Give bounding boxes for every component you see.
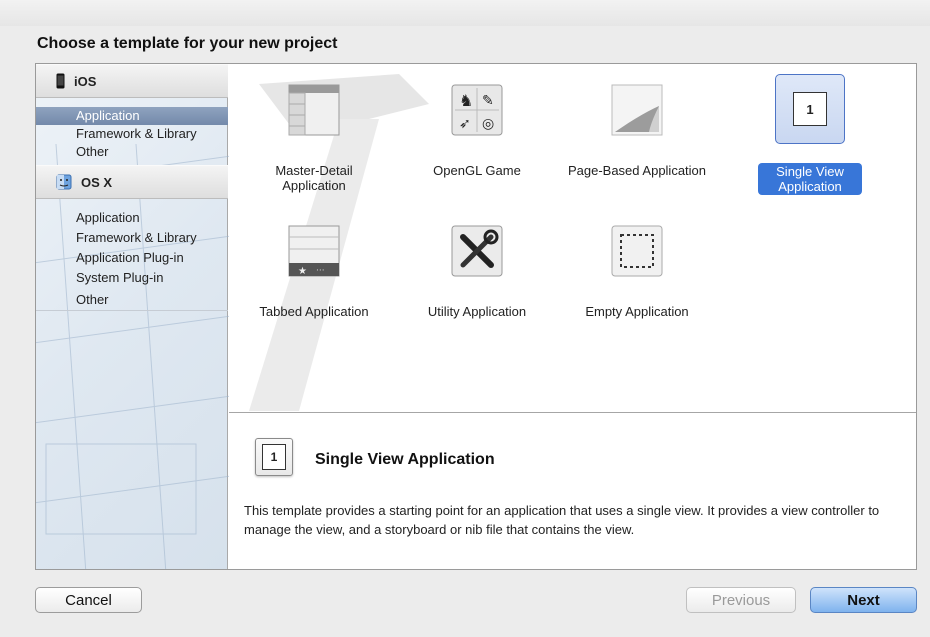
empty-dashed-icon [607,221,667,281]
previous-button[interactable]: Previous [686,587,796,613]
window-titlebar [0,0,930,26]
blueprint-background-icon [36,144,246,569]
sidebar-item-ios-framework-library[interactable]: Framework & Library [36,125,228,143]
template-label-wrap: Single View Application [740,163,880,195]
platform-sidebar: iOS Application Framework & Library Othe… [36,64,246,569]
svg-text:➶: ➶ [459,116,471,132]
sidebar-item-ios-application[interactable]: Application [36,107,228,125]
template-grid: Master-Detail Application ♞ ✎ ➶ ◎ OpenGL Ga… [229,64,916,411]
sidebar-item-osx-application[interactable]: Application [36,209,228,227]
iphone-icon [56,73,65,89]
svg-text:···: ··· [316,266,325,276]
sidebar-group-ios: iOS [36,64,228,98]
template-description: 1 Single View Application This template … [229,412,916,569]
svg-text:♞: ♞ [459,91,473,110]
template-label: Single View Application [758,163,862,195]
single-view-icon: 1 [255,438,293,476]
template-opengl-game[interactable]: ♞ ✎ ➶ ◎ OpenGL Game [407,68,547,193]
sidebar-divider [36,310,228,311]
tabbed-icon: ★ ··· [284,221,344,281]
template-label: Empty Application [585,304,689,319]
utility-tools-icon [447,221,507,281]
detail-description: This template provides a starting point … [244,503,880,537]
opengl-game-icon: ♞ ✎ ➶ ◎ [447,80,507,140]
template-label: Page-Based Application [567,163,707,178]
master-detail-icon [284,80,344,140]
page-curl-icon [607,80,667,140]
detail-title: Single View Application [315,451,495,468]
sidebar-item-osx-framework-library[interactable]: Framework & Library [36,229,228,247]
page-title: Choose a template for your new project [37,35,338,52]
template-tabbed[interactable]: ★ ··· Tabbed Application [244,209,384,334]
template-label: Master-Detail Application [275,163,353,193]
next-button[interactable]: Next [810,587,917,613]
sidebar-item-osx-system-plugin[interactable]: System Plug-in [36,269,228,287]
single-view-icon: 1 [775,74,845,144]
cancel-button[interactable]: Cancel [35,587,142,613]
template-empty[interactable]: Empty Application [567,209,707,334]
template-master-detail[interactable]: Master-Detail Application [244,68,384,193]
template-label: OpenGL Game [433,163,521,178]
template-utility[interactable]: Utility Application [407,209,547,334]
sidebar-group-label: iOS [74,73,97,89]
template-chooser-panel: iOS Application Framework & Library Othe… [35,63,917,570]
finder-icon [56,174,72,190]
detail-icon-number: 1 [262,444,286,470]
template-label: Utility Application [427,304,527,319]
sidebar-group-label: OS X [81,174,113,190]
sidebar-item-ios-other[interactable]: Other [36,143,228,161]
template-single-view[interactable]: 1 Single View Application [740,68,880,195]
template-label: Tabbed Application [259,304,369,319]
sidebar-item-osx-application-plugin[interactable]: Application Plug-in [36,249,228,267]
single-view-number: 1 [793,92,827,126]
sidebar-item-osx-other[interactable]: Other [36,291,228,309]
template-page-based[interactable]: Page-Based Application [567,68,707,193]
sidebar-group-osx: OS X [36,165,228,199]
svg-text:★: ★ [298,266,307,277]
svg-text:◎: ◎ [482,116,494,132]
svg-text:✎: ✎ [482,93,494,109]
